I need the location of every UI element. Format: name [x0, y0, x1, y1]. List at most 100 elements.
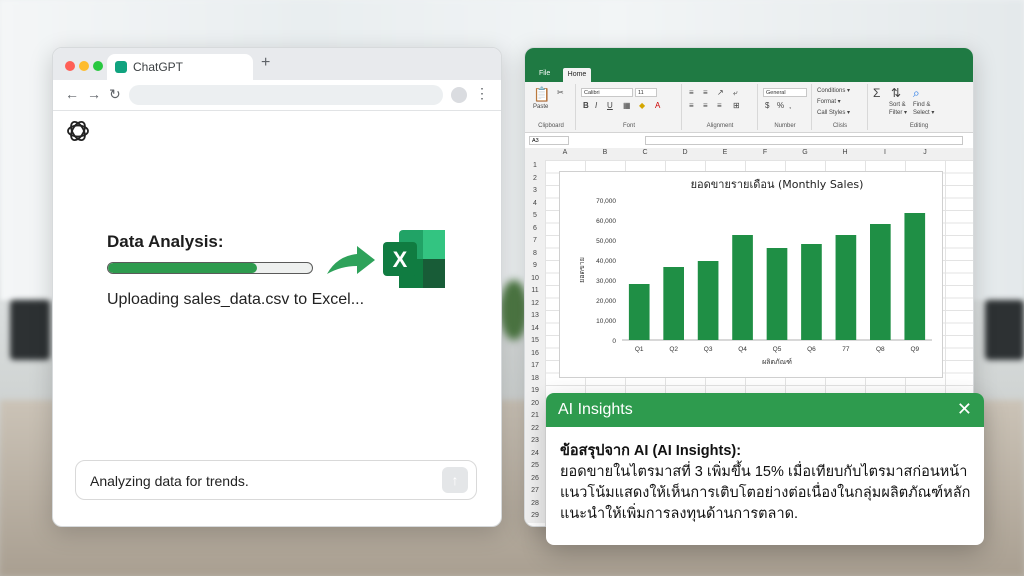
row-header[interactable]: 14	[525, 322, 546, 335]
sort-filter-icon[interactable]: ⇅	[891, 86, 901, 100]
align-right-icon[interactable]: ≡	[717, 101, 722, 110]
row-header[interactable]: 17	[525, 360, 546, 373]
conditional-formatting-button[interactable]: Conditions ▾	[817, 87, 850, 94]
wrap-text-icon[interactable]: ⤶	[733, 88, 737, 98]
column-header[interactable]: F	[745, 149, 785, 156]
maximize-window-button[interactable]	[93, 61, 103, 71]
font-name-select[interactable]: Calibri	[581, 88, 633, 97]
forward-button[interactable]: →	[87, 86, 101, 102]
back-button[interactable]: ←	[65, 86, 79, 102]
reload-button[interactable]: ↻	[109, 86, 121, 103]
row-header[interactable]: 16	[525, 347, 546, 360]
x-tick-label: Q6	[807, 346, 816, 353]
currency-button[interactable]: $	[765, 101, 769, 110]
paste-icon[interactable]: 📋	[533, 86, 550, 103]
row-header[interactable]: 13	[525, 310, 546, 323]
font-size-select[interactable]: 11	[635, 88, 657, 97]
column-header[interactable]: C	[625, 149, 665, 156]
column-header[interactable]: I	[865, 149, 905, 156]
row-header[interactable]: 20	[525, 397, 546, 410]
fill-color-icon[interactable]: ◆	[639, 101, 645, 110]
row-header[interactable]: 23	[525, 435, 546, 448]
minimize-window-button[interactable]	[79, 61, 89, 71]
merge-cells-icon[interactable]: ⊞	[733, 101, 740, 110]
row-header[interactable]: 6	[525, 222, 546, 235]
find-icon[interactable]: ⌕	[913, 86, 920, 101]
row-header[interactable]: 8	[525, 247, 546, 260]
formula-input[interactable]	[645, 136, 963, 145]
profile-avatar[interactable]	[451, 87, 467, 103]
row-header[interactable]: 15	[525, 335, 546, 348]
comma-style-icon[interactable]: ,	[789, 101, 791, 110]
url-input[interactable]	[129, 85, 443, 105]
sales-chart[interactable]: ยอดขายรายเดือน (Monthly Sales) 0 10,000 20,…	[559, 171, 943, 378]
italic-button[interactable]: I	[595, 101, 597, 110]
chart-svg: ยอดขายรายเดือน (Monthly Sales) 0 10,000 20,…	[578, 178, 932, 366]
ribbon-tab-file[interactable]: File	[539, 70, 550, 77]
column-header[interactable]: B	[585, 149, 625, 156]
x-tick-label: Q1	[635, 346, 644, 353]
row-header[interactable]: 10	[525, 272, 546, 285]
row-header[interactable]: 3	[525, 185, 546, 198]
column-header[interactable]: H	[825, 149, 865, 156]
row-header[interactable]: 5	[525, 210, 546, 223]
align-center-icon[interactable]: ≡	[703, 101, 708, 110]
column-header[interactable]: E	[705, 149, 745, 156]
row-header[interactable]: 1	[525, 160, 546, 173]
browser-menu-button[interactable]: ⋮	[475, 85, 489, 102]
number-format-select[interactable]: General	[763, 88, 807, 97]
paste-button[interactable]: Paste	[533, 104, 548, 110]
sort-filter-button[interactable]: Sort &	[889, 102, 906, 108]
ai-insights-panel: AI Insights ✕ ข้อสรุปจาก AI (AI Insights…	[546, 393, 984, 545]
send-button[interactable]: ↑	[442, 467, 468, 493]
percent-button[interactable]: %	[777, 101, 784, 110]
chat-input[interactable]: Analyzing data for trends. ↑	[75, 460, 477, 500]
column-header[interactable]: A	[545, 149, 585, 156]
column-header[interactable]: G	[785, 149, 825, 156]
sort-filter-button-2[interactable]: Filter ▾	[889, 109, 907, 116]
underline-button[interactable]: U	[607, 101, 613, 110]
cell-styles-button[interactable]: Call Styles ▾	[817, 109, 850, 116]
row-header[interactable]: 24	[525, 447, 546, 460]
font-color-icon[interactable]: A	[655, 101, 660, 110]
ribbon-tab-home[interactable]: Home	[563, 68, 591, 82]
row-header[interactable]: 22	[525, 422, 546, 435]
align-left-icon[interactable]: ≡	[689, 101, 694, 110]
row-header[interactable]: 4	[525, 197, 546, 210]
find-select-button-2[interactable]: Select ▾	[913, 109, 934, 116]
row-header[interactable]: 12	[525, 297, 546, 310]
chat-input-text: Analyzing data for trends.	[90, 473, 249, 489]
y-tick-label: 40,000	[596, 258, 616, 265]
row-header[interactable]: 28	[525, 497, 546, 510]
autosum-button[interactable]: Σ	[873, 86, 880, 100]
group-label-styles: Clisls	[832, 123, 848, 129]
cut-icon[interactable]: ✂	[557, 88, 564, 97]
row-header[interactable]: 9	[525, 260, 546, 273]
format-as-table-button[interactable]: Format ▾	[817, 98, 841, 105]
row-header[interactable]: 27	[525, 485, 546, 498]
row-header[interactable]: 18	[525, 372, 546, 385]
row-header[interactable]: 21	[525, 410, 546, 423]
borders-icon[interactable]: ▦	[623, 101, 631, 110]
align-middle-icon[interactable]: ≡	[703, 88, 708, 97]
close-window-button[interactable]	[65, 61, 75, 71]
bold-button[interactable]: B	[583, 101, 589, 110]
tab-chatgpt[interactable]: ChatGPT	[107, 54, 253, 80]
column-header[interactable]: D	[665, 149, 705, 156]
close-icon[interactable]: ✕	[957, 399, 972, 420]
name-box[interactable]: A3	[529, 136, 569, 145]
align-top-icon[interactable]: ≡	[689, 88, 694, 97]
find-select-button[interactable]: Find &	[913, 102, 930, 108]
column-header[interactable]: J	[905, 149, 945, 156]
row-header[interactable]: 25	[525, 460, 546, 473]
row-header[interactable]: 11	[525, 285, 546, 298]
row-header[interactable]: 7	[525, 235, 546, 248]
orientation-icon[interactable]: ↗	[717, 88, 724, 97]
ribbon-group-editing: Σ ⇅ ⌕ Sort & Filter ▾ Find & Select ▾ Ed…	[869, 84, 969, 130]
row-header[interactable]: 2	[525, 172, 546, 185]
row-header[interactable]: 29	[525, 510, 546, 523]
row-header[interactable]: 19	[525, 385, 546, 398]
new-tab-button[interactable]: +	[261, 54, 270, 72]
insight-line: แนะนำให้เพิ่มการลงทุนด้านการตลาด.	[560, 506, 799, 522]
row-header[interactable]: 26	[525, 472, 546, 485]
